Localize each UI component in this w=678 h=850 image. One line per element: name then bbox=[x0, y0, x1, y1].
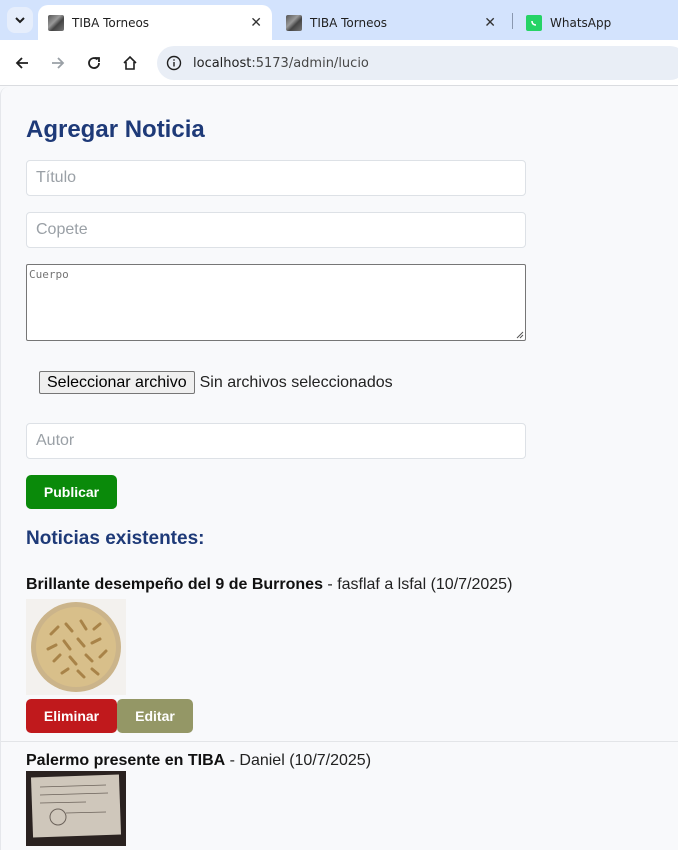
tab-tiba-active[interactable]: TIBA Torneos ✕ bbox=[38, 5, 272, 40]
forward-button[interactable] bbox=[46, 51, 70, 75]
tab-strip: TIBA Torneos ✕ TIBA Torneos ✕ WhatsApp bbox=[0, 0, 678, 40]
chevron-down-icon bbox=[15, 17, 25, 24]
back-button[interactable] bbox=[10, 51, 34, 75]
browser-toolbar: localhost:5173/admin/lucio bbox=[0, 40, 678, 86]
whatsapp-icon bbox=[526, 14, 542, 31]
news-item-title: Brillante desempeño del 9 de Burrones - … bbox=[26, 576, 512, 594]
edit-button[interactable]: Editar bbox=[117, 699, 193, 733]
cuerpo-placeholder: Cuerpo bbox=[29, 268, 69, 281]
cuerpo-textarea[interactable]: Cuerpo bbox=[26, 264, 526, 341]
choose-file-button[interactable]: Seleccionar archivo bbox=[39, 371, 195, 394]
close-icon[interactable]: ✕ bbox=[250, 15, 262, 31]
page-content: Agregar Noticia Título Copete Cuerpo Sel… bbox=[0, 87, 678, 850]
tab-tiba-2[interactable]: TIBA Torneos ✕ bbox=[276, 5, 510, 40]
file-input: Seleccionar archivo Sin archivos selecci… bbox=[39, 371, 393, 394]
site-info-icon[interactable] bbox=[166, 55, 182, 71]
reload-icon bbox=[88, 57, 100, 69]
file-status: Sin archivos seleccionados bbox=[199, 373, 393, 391]
back-arrow-icon bbox=[15, 57, 28, 69]
reload-button[interactable] bbox=[82, 51, 106, 75]
delete-button[interactable]: Eliminar bbox=[26, 699, 117, 733]
copete-input[interactable]: Copete bbox=[26, 212, 526, 248]
close-icon[interactable]: ✕ bbox=[484, 15, 496, 31]
home-icon bbox=[123, 55, 137, 70]
home-button[interactable] bbox=[118, 51, 142, 75]
page-title: Agregar Noticia bbox=[26, 116, 205, 143]
news-list-heading: Noticias existentes: bbox=[26, 528, 205, 549]
tab-title: TIBA Torneos bbox=[72, 15, 150, 30]
autor-input[interactable]: Autor bbox=[26, 423, 526, 459]
forward-arrow-icon bbox=[52, 57, 65, 69]
url-text: localhost:5173/admin/lucio bbox=[193, 56, 369, 71]
url-path: :5173/admin/lucio bbox=[251, 55, 369, 71]
title-input[interactable]: Título bbox=[26, 160, 526, 196]
news-meta: - Daniel (10/7/2025) bbox=[225, 752, 372, 769]
tab-whatsapp[interactable]: WhatsApp bbox=[516, 5, 678, 40]
tab-search-button[interactable] bbox=[7, 7, 33, 33]
publish-button[interactable]: Publicar bbox=[26, 475, 117, 509]
news-image bbox=[26, 599, 126, 695]
news-title: Palermo presente en TIBA bbox=[26, 752, 226, 769]
address-bar[interactable]: localhost:5173/admin/lucio bbox=[157, 46, 678, 80]
tab-title: TIBA Torneos bbox=[310, 15, 388, 30]
news-image bbox=[26, 771, 126, 846]
news-title: Brillante desempeño del 9 de Burrones bbox=[26, 576, 323, 593]
tiba-favicon-icon bbox=[48, 14, 64, 31]
news-item-title: Palermo presente en TIBA - Daniel (10/7/… bbox=[26, 752, 371, 770]
tab-separator bbox=[512, 13, 513, 29]
tiba-favicon-icon bbox=[286, 14, 302, 31]
news-meta: - fasflaf a lsfal (10/7/2025) bbox=[322, 576, 513, 593]
resize-handle-icon[interactable] bbox=[516, 331, 524, 339]
tab-title: WhatsApp bbox=[550, 15, 612, 30]
url-host: localhost bbox=[193, 55, 252, 71]
divider bbox=[1, 741, 678, 742]
